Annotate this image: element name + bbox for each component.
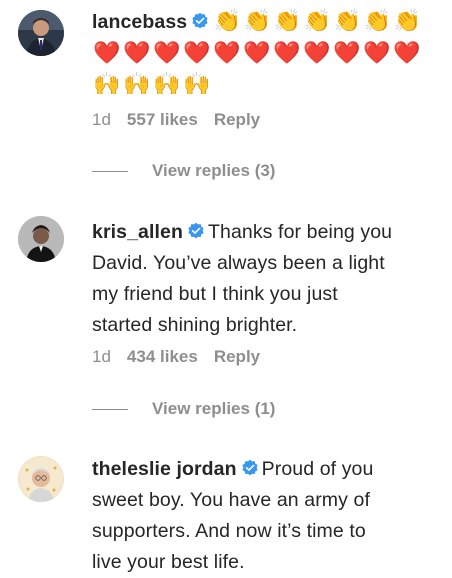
- likes-count[interactable]: 557 likes: [127, 110, 198, 130]
- clapping-hands-icon: 👏: [393, 9, 421, 34]
- raised-hands-icon: 🙌: [93, 72, 121, 97]
- comment-meta: 1d 557 likes Reply: [92, 110, 260, 130]
- comment-line: theleslie jordan Proud of you: [92, 454, 432, 485]
- raised-hands-icon: 🙌: [183, 72, 211, 97]
- username[interactable]: lancebass: [92, 11, 187, 33]
- comment-body: lancebass 👏 👏 👏 👏 👏 👏 👏 ❤️ ❤️ ❤️ ❤️ ❤️ ❤️ ❤️ ❤️ ❤️ ❤️ ❤️ …: [92, 6, 432, 100]
- comment-text: Thanks for being you: [207, 221, 393, 243]
- avatar-kris-allen[interactable]: [18, 216, 64, 262]
- red-heart-icon: ❤️: [243, 41, 271, 66]
- avatar-theleslie-jordan[interactable]: [18, 456, 64, 502]
- red-heart-icon: ❤️: [333, 41, 361, 66]
- reply-button[interactable]: Reply: [214, 110, 260, 130]
- timestamp: 1d: [92, 110, 111, 129]
- comment-line: started shining brighter.: [92, 314, 298, 336]
- red-heart-icon: ❤️: [213, 41, 241, 66]
- red-heart-icon: ❤️: [303, 41, 331, 66]
- avatar-photo: [18, 456, 64, 502]
- view-replies-button[interactable]: View replies (1): [92, 399, 275, 419]
- emoji-line-clap: 👏 👏 👏 👏 👏 👏 👏: [212, 8, 422, 34]
- divider-line: [92, 408, 128, 410]
- username[interactable]: theleslie jordan: [92, 458, 237, 480]
- clapping-hands-icon: 👏: [303, 9, 331, 34]
- comment-line: supporters. And now it’s time to: [92, 520, 366, 542]
- red-heart-icon: ❤️: [93, 41, 121, 66]
- avatar-photo: [18, 10, 64, 56]
- comment-meta: 1d 434 likes Reply: [92, 347, 260, 367]
- raised-hands-icon: 🙌: [123, 72, 151, 97]
- divider-line: [92, 170, 128, 172]
- red-heart-icon: ❤️: [123, 41, 151, 66]
- avatar-photo: [18, 216, 64, 262]
- red-heart-icon: ❤️: [393, 41, 421, 66]
- clapping-hands-icon: 👏: [363, 9, 391, 34]
- red-heart-icon: ❤️: [363, 41, 391, 66]
- timestamp: 1d: [92, 347, 111, 366]
- red-heart-icon: ❤️: [153, 41, 181, 66]
- clapping-hands-icon: 👏: [273, 9, 301, 34]
- view-replies-button[interactable]: View replies (3): [92, 161, 275, 181]
- comment-line: my friend but I think you just: [92, 283, 338, 305]
- likes-count[interactable]: 434 likes: [127, 347, 198, 367]
- avatar-lancebass[interactable]: [18, 10, 64, 56]
- comment-line: live your best life.: [92, 551, 245, 573]
- view-replies-label[interactable]: View replies (3): [152, 161, 275, 181]
- verified-badge-icon: [242, 459, 258, 476]
- comment-text: Proud of you: [261, 458, 374, 480]
- username[interactable]: kris_allen: [92, 221, 183, 243]
- clapping-hands-icon: 👏: [333, 9, 361, 34]
- verified-badge-icon: [192, 12, 208, 29]
- comment-line: sweet boy. You have an army of: [92, 489, 370, 511]
- red-heart-icon: ❤️: [183, 41, 211, 66]
- clapping-hands-icon: 👏: [243, 9, 271, 34]
- comment-body: kris_allen Thanks for being you David. Yo…: [92, 217, 432, 341]
- comment-body: theleslie jordan Proud of you sweet boy. …: [92, 454, 432, 578]
- clapping-hands-icon: 👏: [213, 9, 241, 34]
- comment-line: David. You’ve always been a light: [92, 252, 385, 274]
- view-replies-label[interactable]: View replies (1): [152, 399, 275, 419]
- reply-button[interactable]: Reply: [214, 347, 260, 367]
- comment-line: kris_allen Thanks for being you: [92, 217, 432, 248]
- emoji-line-hearts: ❤️ ❤️ ❤️ ❤️ ❤️ ❤️ ❤️ ❤️ ❤️ ❤️ ❤️: [92, 38, 432, 69]
- verified-badge-icon: [188, 222, 204, 239]
- emoji-line-raised-hands: 🙌 🙌 🙌 🙌: [92, 69, 432, 100]
- raised-hands-icon: 🙌: [153, 72, 181, 97]
- red-heart-icon: ❤️: [273, 41, 301, 66]
